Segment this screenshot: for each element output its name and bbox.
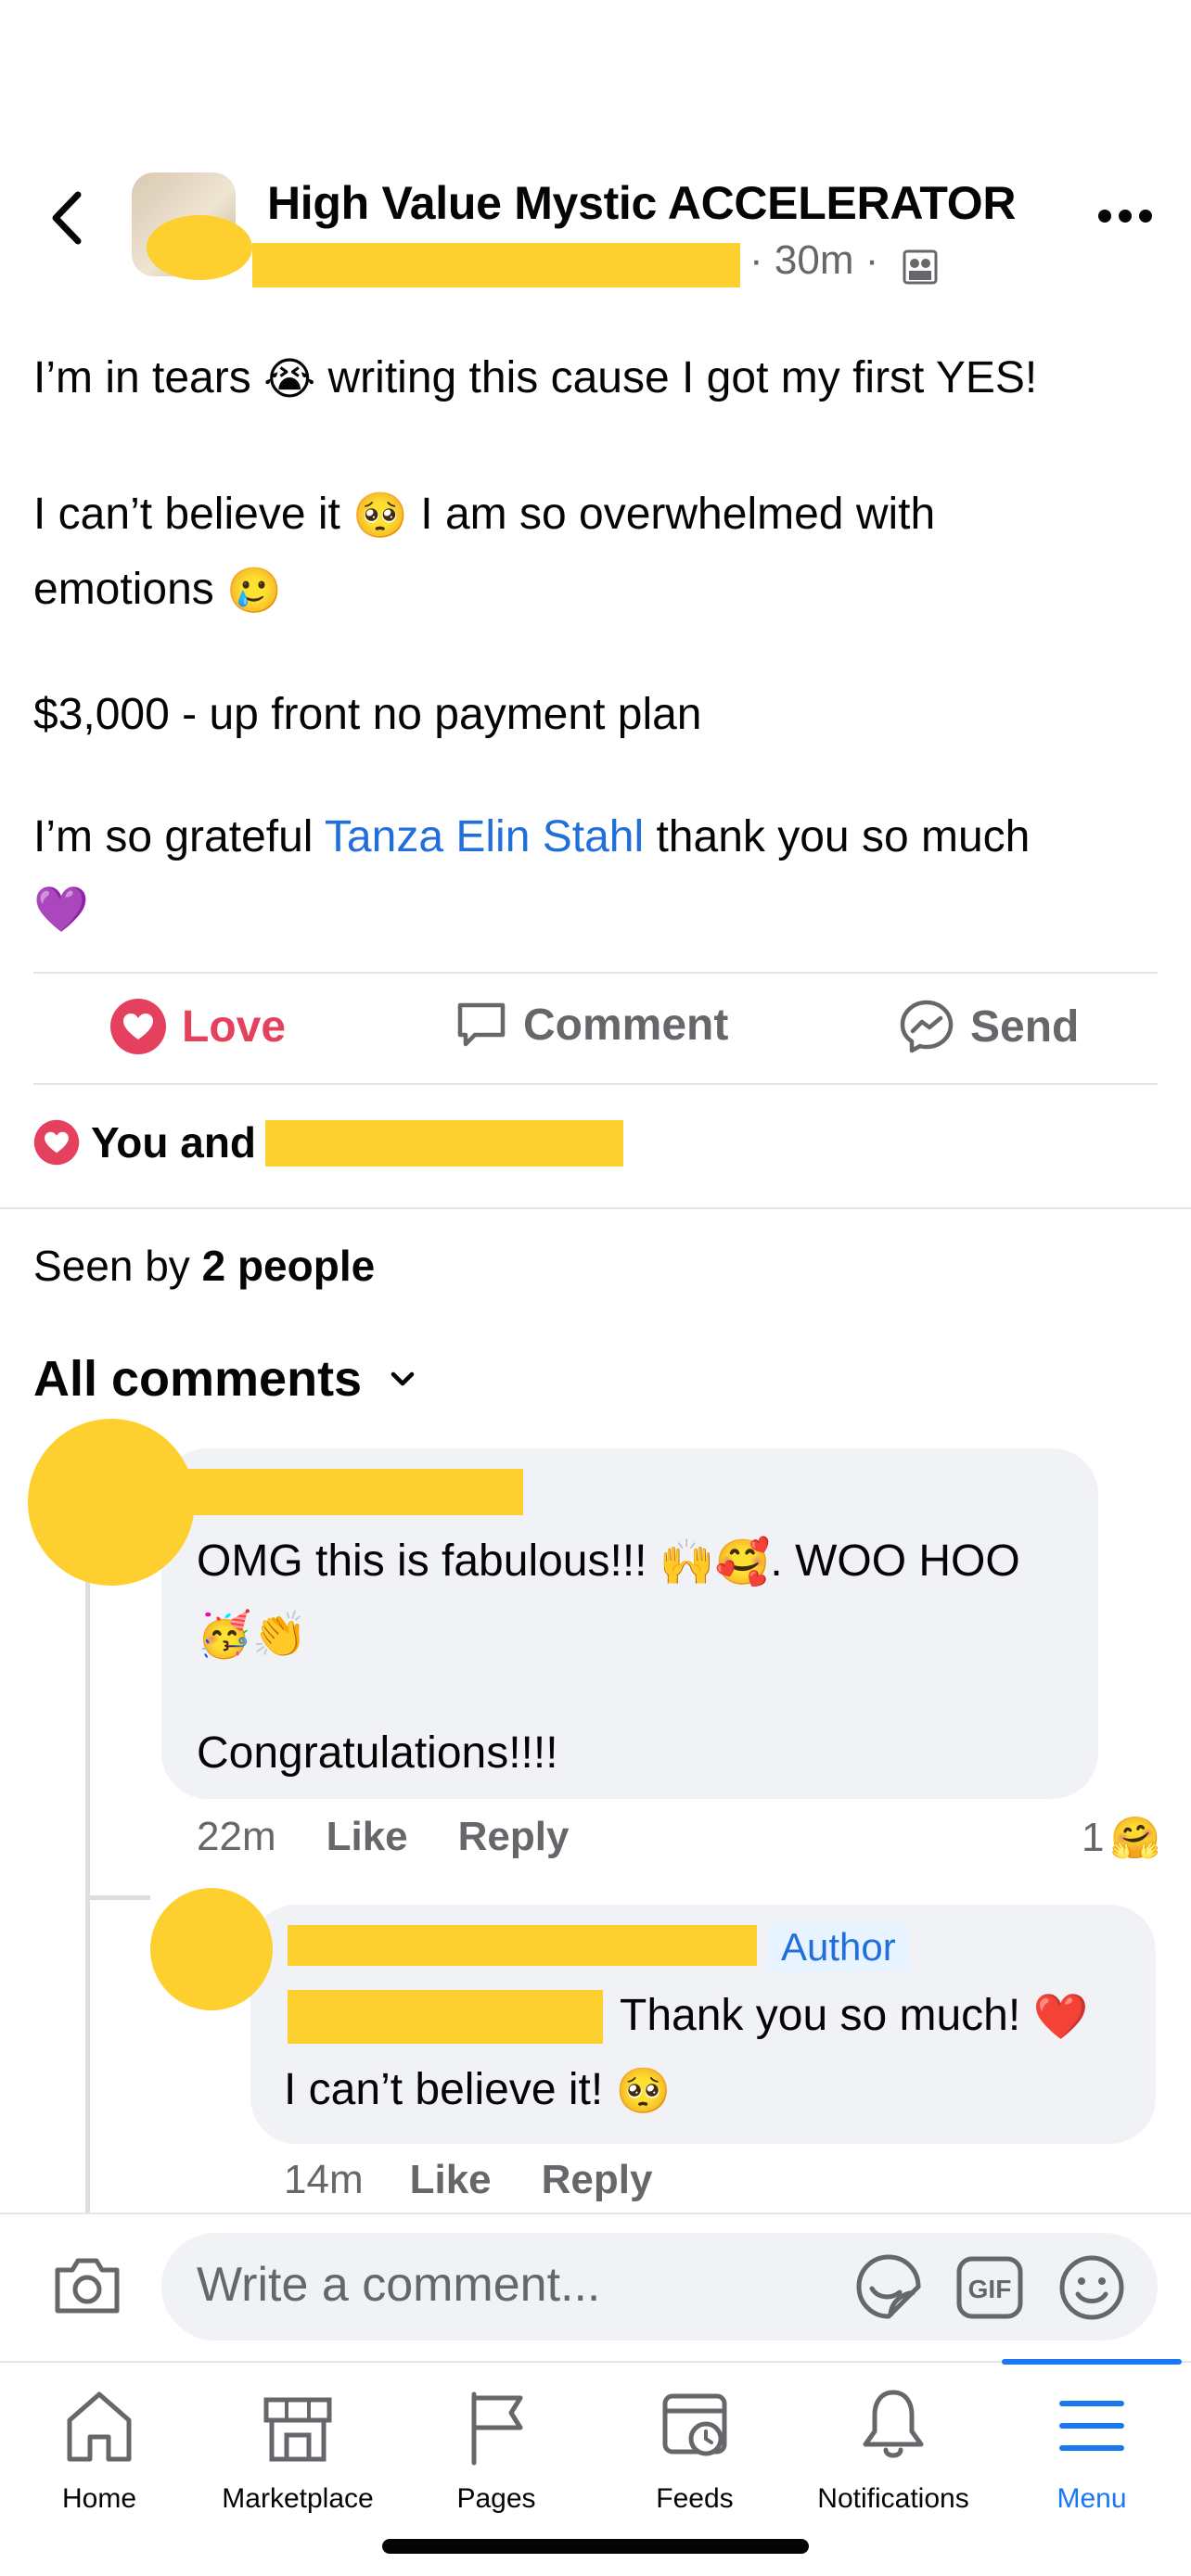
comment-emojis: 🥳👏 bbox=[197, 1611, 308, 1660]
reply-text: Thank you so much! ❤️ bbox=[620, 1979, 1088, 2055]
comment-text: Congratulations!!!! bbox=[197, 1728, 558, 1778]
heart-reaction-icon bbox=[33, 1119, 80, 1166]
group-members-icon bbox=[903, 249, 938, 285]
comment-icon bbox=[457, 1002, 506, 1047]
redacted-replier-name bbox=[288, 1925, 757, 1966]
like-button[interactable]: Like bbox=[410, 2157, 492, 2203]
divider bbox=[33, 972, 1158, 974]
gif-button[interactable]: GIF bbox=[955, 2255, 1024, 2325]
raised-hands-emoji: 🙌🥰 bbox=[659, 1538, 771, 1588]
back-button[interactable] bbox=[41, 185, 96, 250]
red-heart-emoji: ❤️ bbox=[1032, 1993, 1089, 2043]
comments-filter[interactable]: All comments bbox=[33, 1350, 423, 1408]
smiley-icon bbox=[1059, 2255, 1124, 2320]
camera-icon bbox=[55, 2258, 120, 2314]
tab-notifications-label: Notifications bbox=[817, 2483, 969, 2514]
send-button[interactable]: Send bbox=[898, 998, 1079, 1055]
emoji-button[interactable] bbox=[1057, 2253, 1126, 2327]
more-options-button[interactable] bbox=[1098, 206, 1154, 228]
reactions-text: You and bbox=[91, 1118, 257, 1167]
comments-filter-label: All comments bbox=[33, 1351, 363, 1407]
tab-pages-label: Pages bbox=[456, 2483, 536, 2514]
post-line-4: $3,000 - up front no payment plan bbox=[33, 690, 702, 739]
tab-feeds[interactable]: Feeds bbox=[596, 2379, 794, 2515]
tab-notifications[interactable]: Notifications bbox=[794, 2379, 992, 2515]
tab-home[interactable]: Home bbox=[0, 2379, 198, 2515]
redacted-author-name bbox=[252, 243, 740, 287]
divider bbox=[0, 1207, 1191, 1209]
post-line-3: emotions 🥲 bbox=[33, 553, 1165, 629]
post-line-5: I’m so grateful Tanza Elin Stahl thank y… bbox=[33, 812, 1031, 861]
like-button[interactable]: Like bbox=[327, 1814, 408, 1860]
flag-icon bbox=[471, 2391, 523, 2466]
messenger-icon bbox=[900, 1000, 954, 1053]
chevron-left-icon bbox=[52, 191, 82, 245]
sticker-button[interactable] bbox=[853, 2251, 924, 2327]
redacted-reactors bbox=[265, 1120, 623, 1167]
pleading-emoji: 🥺 bbox=[615, 2067, 672, 2117]
hugging-emoji: 🤗 bbox=[1109, 1816, 1161, 1861]
post-line-2: I can’t believe it 🥺 I am so overwhelmed… bbox=[33, 478, 1165, 554]
tab-feeds-label: Feeds bbox=[656, 2483, 734, 2514]
tab-marketplace-label: Marketplace bbox=[222, 2483, 374, 2514]
chevron-down-icon bbox=[391, 1371, 415, 1386]
reactions-summary[interactable]: You and bbox=[33, 1117, 256, 1167]
commenter-avatar[interactable] bbox=[28, 1419, 195, 1586]
comment-time: 22m bbox=[197, 1814, 276, 1859]
tab-marketplace[interactable]: Marketplace bbox=[198, 2379, 397, 2515]
love-label: Love bbox=[182, 1001, 287, 1052]
purple-heart-emoji: 💜 bbox=[33, 886, 89, 936]
gif-icon: GIF bbox=[956, 2256, 1023, 2319]
thread-connector bbox=[85, 1895, 150, 1900]
svg-text:GIF: GIF bbox=[968, 2275, 1012, 2303]
sticker-icon bbox=[856, 2254, 921, 2319]
replier-avatar[interactable] bbox=[150, 1888, 273, 2010]
menu-icon bbox=[1059, 2401, 1124, 2451]
crying-emoji: 😭 bbox=[263, 355, 316, 405]
camera-button[interactable] bbox=[52, 2253, 122, 2323]
bell-icon bbox=[863, 2390, 924, 2458]
home-indicator bbox=[382, 2539, 809, 2554]
home-icon bbox=[67, 2391, 132, 2462]
comment-text: OMG this is fabulous!!! 🙌🥰. WOO HOO bbox=[197, 1524, 1020, 1600]
tab-menu-label: Menu bbox=[1057, 2483, 1127, 2514]
comment-meta: 22m Like Reply bbox=[197, 1814, 569, 1860]
redacted-commenter-name bbox=[173, 1469, 523, 1515]
tab-home-label: Home bbox=[61, 2483, 137, 2514]
send-label: Send bbox=[970, 1001, 1080, 1052]
heart-icon bbox=[110, 999, 166, 1054]
marketplace-icon bbox=[263, 2397, 332, 2462]
reply-time: 14m bbox=[284, 2157, 364, 2202]
pleading-emoji: 🥺 bbox=[352, 491, 408, 542]
comment-label: Comment bbox=[523, 1000, 729, 1050]
post-time: · 30m · bbox=[749, 237, 879, 283]
reply-text: I can’t believe it! 🥺 bbox=[284, 2053, 671, 2129]
redacted-mention bbox=[288, 1990, 603, 2044]
comment-button[interactable]: Comment bbox=[455, 998, 728, 1052]
post-line-1: I’m in tears 😭 writing this cause I got … bbox=[33, 341, 1165, 417]
reply-button[interactable]: Reply bbox=[542, 2157, 653, 2203]
mention-link[interactable]: Tanza Elin Stahl bbox=[325, 812, 644, 861]
tab-pages[interactable]: Pages bbox=[397, 2379, 596, 2515]
reply-button[interactable]: Reply bbox=[458, 1814, 570, 1860]
comment-reactions[interactable]: 1 🤗 bbox=[1082, 1814, 1160, 1862]
redacted-avatar bbox=[147, 215, 252, 280]
active-tab-indicator bbox=[1002, 2359, 1182, 2365]
feeds-icon bbox=[662, 2393, 727, 2456]
post-line-6: 💜 bbox=[33, 872, 1165, 948]
author-badge: Author bbox=[768, 1923, 909, 1971]
reply-meta: 14m Like Reply bbox=[284, 2157, 652, 2203]
love-button[interactable]: Love bbox=[109, 998, 286, 1055]
divider bbox=[33, 1083, 1158, 1085]
comment-placeholder: Write a comment... bbox=[197, 2258, 601, 2312]
seen-by[interactable]: Seen by 2 people bbox=[33, 1241, 375, 1291]
group-name[interactable]: High Value Mystic ACCELERATOR bbox=[267, 176, 1016, 230]
tab-menu[interactable]: Menu bbox=[992, 2379, 1191, 2515]
seen-count: 2 people bbox=[201, 1242, 376, 1290]
sad-tear-emoji: 🥲 bbox=[226, 567, 282, 617]
